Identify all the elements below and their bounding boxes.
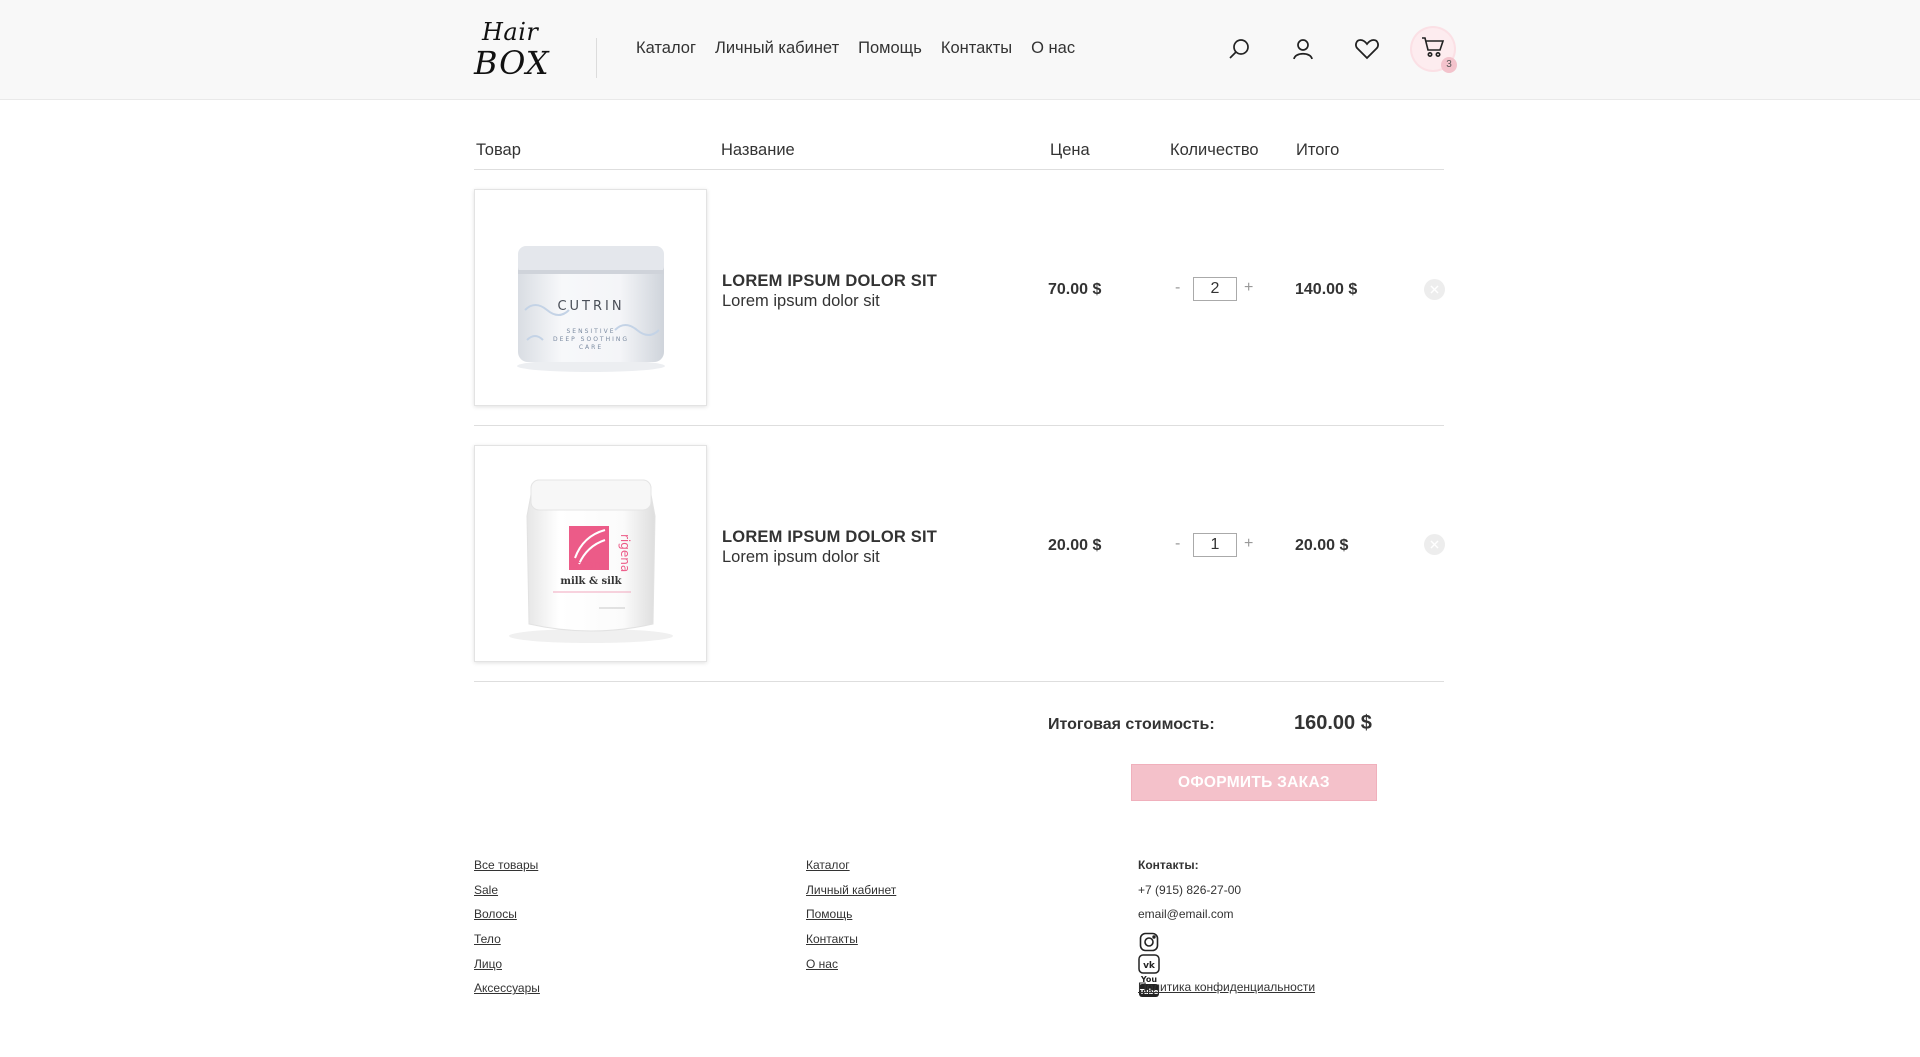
rigena-jar-image: cream rigena milk & silk <box>509 479 673 643</box>
contacts-title: Контакты: <box>1138 858 1199 872</box>
logo-line-1: Hair <box>482 18 539 46</box>
col-header-total: Итого <box>1296 141 1340 159</box>
row-divider <box>474 425 1444 426</box>
product-title[interactable]: LOREM IPSUM DOLOR SIT <box>722 272 937 291</box>
footer-navigation: Каталог Личный кабинет Помощь Контакты О… <box>806 858 896 981</box>
search-icon[interactable] <box>1226 36 1252 62</box>
footer-link-hair[interactable]: Волосы <box>474 907 540 932</box>
main-nav: Каталог Личный кабинет Помощь Контакты О… <box>636 39 1075 58</box>
col-header-name: Название <box>721 141 795 159</box>
checkout-button[interactable]: ОФОРМИТЬ ЗАКАЗ <box>1131 764 1377 801</box>
logo[interactable]: Hair BOX <box>474 18 554 82</box>
footer-categories: Все товары Sale Волосы Тело Лицо Аксессу… <box>474 858 540 1006</box>
vk-icon-text: vk <box>1143 961 1156 971</box>
cart-icon <box>1421 36 1445 63</box>
remove-item-button[interactable] <box>1424 534 1445 555</box>
product-title[interactable]: LOREM IPSUM DOLOR SIT <box>722 528 937 547</box>
logo-line-2: BOX <box>474 44 550 82</box>
footer-link-about[interactable]: О нас <box>806 957 896 982</box>
header-divider <box>596 38 597 78</box>
instagram-icon[interactable] <box>1138 931 1160 953</box>
quantity-input[interactable] <box>1193 533 1237 557</box>
table-header-divider <box>474 169 1444 170</box>
product-price: 20.00 $ <box>1048 537 1102 554</box>
footer-link-catalog[interactable]: Каталог <box>806 858 896 883</box>
cutrin-brand-text: CUTRIN <box>557 299 624 314</box>
user-icon[interactable] <box>1290 36 1316 62</box>
product-subtitle: Lorem ipsum dolor sit <box>722 292 880 310</box>
nav-catalog[interactable]: Каталог <box>636 39 696 58</box>
quantity-input[interactable] <box>1193 277 1237 301</box>
heart-icon[interactable] <box>1354 36 1380 62</box>
footer-link-face[interactable]: Лицо <box>474 957 540 982</box>
footer-link-all-products[interactable]: Все товары <box>474 858 540 883</box>
footer-link-accessories[interactable]: Аксессуары <box>474 981 540 1006</box>
close-icon <box>1430 285 1439 294</box>
footer-link-body[interactable]: Тело <box>474 932 540 957</box>
social-links: vk You Tube <box>1138 931 1241 998</box>
cart-count-badge: 3 <box>1441 57 1457 73</box>
close-icon <box>1430 540 1439 549</box>
quantity-decrease-button[interactable]: - <box>1175 279 1180 297</box>
total-label: Итоговая стоимость: <box>1048 716 1215 733</box>
row-total: 140.00 $ <box>1295 281 1358 298</box>
remove-item-button[interactable] <box>1424 279 1445 300</box>
site-header: Hair BOX Каталог Личный кабинет Помощь К… <box>0 0 1920 100</box>
row-total: 20.00 $ <box>1295 537 1349 554</box>
quantity-increase-button[interactable]: + <box>1244 279 1253 297</box>
cutrin-label-line-1: SENSITIVE <box>567 328 616 335</box>
nav-account[interactable]: Личный кабинет <box>715 39 839 58</box>
rigena-brand-text: cream <box>570 558 605 571</box>
vk-icon[interactable]: vk <box>1138 953 1160 975</box>
quantity-decrease-button[interactable]: - <box>1175 535 1180 553</box>
cutrin-jar-image: CUTRIN SENSITIVE DEEP SOOTHING CARE <box>517 246 665 372</box>
row-divider <box>474 681 1444 682</box>
col-header-price: Цена <box>1050 141 1090 159</box>
footer-link-account[interactable]: Личный кабинет <box>806 883 896 908</box>
cutrin-label-line-2: DEEP SOOTHING <box>553 336 629 343</box>
rigena-brand-text-2: rigena <box>618 534 632 572</box>
product-price: 70.00 $ <box>1048 281 1102 298</box>
contact-phone[interactable]: +7 (915) 826-27-00 <box>1138 883 1241 908</box>
cutrin-label-line-3: CARE <box>579 344 603 351</box>
privacy-policy-link[interactable]: Политика конфиденциальности <box>1138 980 1315 994</box>
total-value: 160.00 $ <box>1294 712 1372 734</box>
col-header-quantity: Количество <box>1170 141 1259 159</box>
nav-about[interactable]: О нас <box>1031 39 1075 58</box>
contact-email[interactable]: email@email.com <box>1138 907 1241 932</box>
nav-contacts[interactable]: Контакты <box>941 39 1012 58</box>
product-image[interactable]: cream rigena milk & silk <box>474 445 707 662</box>
footer-contacts: Контакты: +7 (915) 826-27-00 email@email… <box>1138 858 1241 998</box>
footer-link-contacts[interactable]: Контакты <box>806 932 896 957</box>
quantity-increase-button[interactable]: + <box>1244 535 1253 553</box>
product-subtitle: Lorem ipsum dolor sit <box>722 548 880 566</box>
footer-link-help[interactable]: Помощь <box>806 907 896 932</box>
product-image[interactable]: CUTRIN SENSITIVE DEEP SOOTHING CARE <box>474 189 707 406</box>
col-header-product: Товар <box>476 141 521 159</box>
rigena-label-line-1: milk & silk <box>560 576 622 587</box>
footer-link-sale[interactable]: Sale <box>474 883 540 908</box>
nav-help[interactable]: Помощь <box>858 39 922 58</box>
